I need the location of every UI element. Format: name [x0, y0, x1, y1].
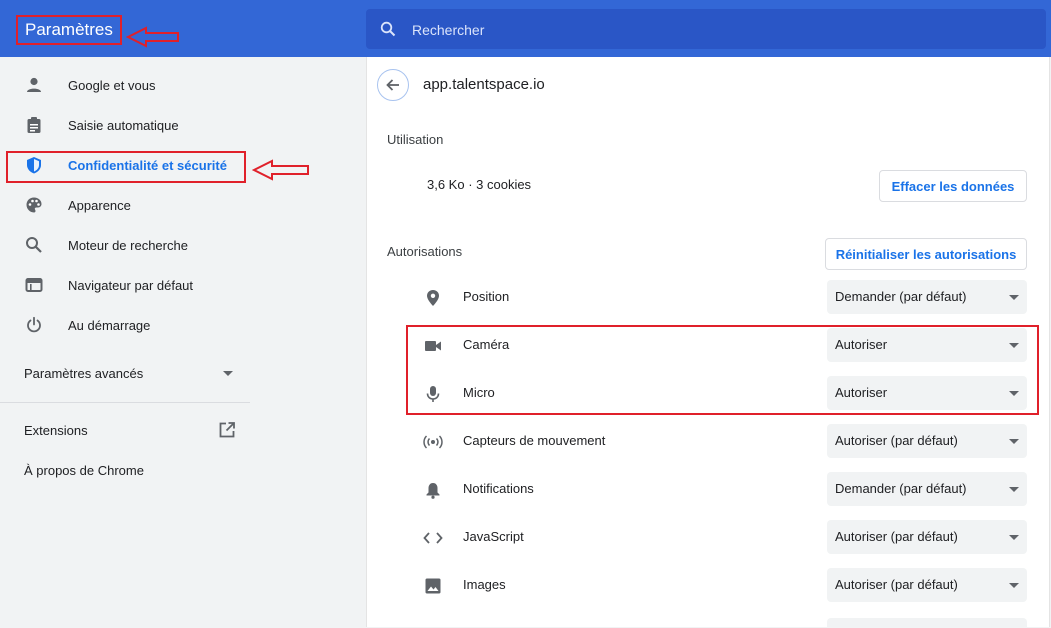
- permission-row-javascript: JavaScript Autoriser (par défaut): [423, 520, 1029, 556]
- dropdown-caret-icon: [1009, 295, 1019, 300]
- permission-select-location[interactable]: Demander (par défaut): [827, 280, 1027, 314]
- location-pin-icon: [423, 288, 443, 308]
- usage-section-title: Utilisation: [387, 132, 444, 147]
- sidebar-item-label: Google et vous: [68, 77, 156, 93]
- dropdown-caret-icon: [1009, 439, 1019, 444]
- dropdown-caret-icon: [1009, 535, 1019, 540]
- motion-sensor-icon: [423, 432, 443, 452]
- bell-icon: [423, 480, 443, 500]
- permission-label: Position: [463, 289, 510, 304]
- reset-permissions-button[interactable]: Réinitialiser les autorisations: [825, 238, 1027, 270]
- image-icon: [423, 576, 443, 596]
- advanced-settings-label: Paramètres avancés: [24, 365, 144, 381]
- browser-icon: [24, 275, 44, 295]
- site-name: app.talentspace.io: [423, 76, 545, 93]
- clipboard-icon: [24, 115, 44, 135]
- permission-label: Capteurs de mouvement: [463, 433, 606, 448]
- extensions-label: Extensions: [24, 422, 88, 438]
- permission-select-value: Demander (par défaut): [835, 289, 967, 304]
- permission-select-images[interactable]: Autoriser (par défaut): [827, 568, 1027, 602]
- permission-select-value: Autoriser (par défaut): [835, 433, 958, 448]
- permission-select-javascript[interactable]: Autoriser (par défaut): [827, 520, 1027, 554]
- sidebar-item-label: Moteur de recherche: [68, 237, 188, 253]
- top-bar: Paramètres: [0, 0, 1051, 57]
- sidebar-item-label: Apparence: [68, 197, 131, 213]
- sidebar-item-label: Saisie automatique: [68, 117, 179, 133]
- permissions-section-title: Autorisations: [387, 244, 463, 259]
- app-title: Paramètres: [16, 15, 122, 45]
- search-icon: [24, 235, 44, 255]
- annotation-arrow-icon: [252, 159, 309, 181]
- search-input[interactable]: [410, 9, 1014, 51]
- clear-data-button[interactable]: Effacer les données: [879, 170, 1027, 202]
- dropdown-caret-icon: [1009, 583, 1019, 588]
- search-box[interactable]: [366, 9, 1046, 51]
- power-icon: [24, 315, 44, 335]
- permission-select-next[interactable]: [827, 618, 1027, 628]
- about-chrome-link[interactable]: À propos de Chrome: [24, 461, 144, 481]
- permission-select-value: Autoriser (par défaut): [835, 529, 958, 544]
- permission-select-notifications[interactable]: Demander (par défaut): [827, 472, 1027, 506]
- sidebar-item-appearance[interactable]: Apparence: [0, 185, 250, 225]
- sidebar: Google et vous Saisie automatique Confid…: [0, 57, 250, 624]
- advanced-settings-toggle[interactable]: Paramètres avancés: [24, 357, 234, 389]
- sidebar-item-autofill[interactable]: Saisie automatique: [0, 105, 250, 145]
- permission-select-value: Autoriser (par défaut): [835, 577, 958, 592]
- permission-label: Images: [463, 577, 506, 592]
- sidebar-item-google[interactable]: Google et vous: [0, 65, 250, 105]
- annotation-arrow-icon: [126, 26, 179, 48]
- extensions-link[interactable]: Extensions: [24, 419, 236, 441]
- permission-row-images: Images Autoriser (par défaut): [423, 568, 1029, 604]
- code-icon: [423, 528, 443, 548]
- arrow-back-icon: [386, 79, 399, 91]
- palette-icon: [24, 195, 44, 215]
- permission-select-motion-sensors[interactable]: Autoriser (par défaut): [827, 424, 1027, 458]
- permission-row-location: Position Demander (par défaut): [423, 280, 1029, 316]
- permission-select-value: Demander (par défaut): [835, 481, 967, 496]
- sidebar-item-startup[interactable]: Au démarrage: [0, 305, 250, 345]
- sidebar-item-label: Au démarrage: [68, 317, 151, 333]
- permission-label: Notifications: [463, 481, 534, 496]
- sidebar-item-label: Navigateur par défaut: [68, 277, 194, 293]
- person-icon: [24, 75, 44, 95]
- sidebar-item-search-engine[interactable]: Moteur de recherche: [0, 225, 250, 265]
- annotation-highlight-box: [406, 325, 1039, 415]
- annotation-highlight-box: [6, 151, 246, 183]
- back-button[interactable]: [377, 69, 409, 101]
- dropdown-caret-icon: [1009, 487, 1019, 492]
- sidebar-divider: [0, 402, 250, 403]
- permission-label: JavaScript: [463, 529, 524, 544]
- chevron-down-icon: [223, 371, 233, 376]
- search-icon: [380, 21, 396, 37]
- sidebar-item-default-browser[interactable]: Navigateur par défaut: [0, 265, 250, 305]
- usage-value: 3,6 Ko · 3 cookies: [427, 177, 532, 192]
- permission-row-motion-sensors: Capteurs de mouvement Autoriser (par déf…: [423, 424, 1029, 460]
- external-link-icon: [219, 422, 235, 438]
- permission-row-notifications: Notifications Demander (par défaut): [423, 472, 1029, 508]
